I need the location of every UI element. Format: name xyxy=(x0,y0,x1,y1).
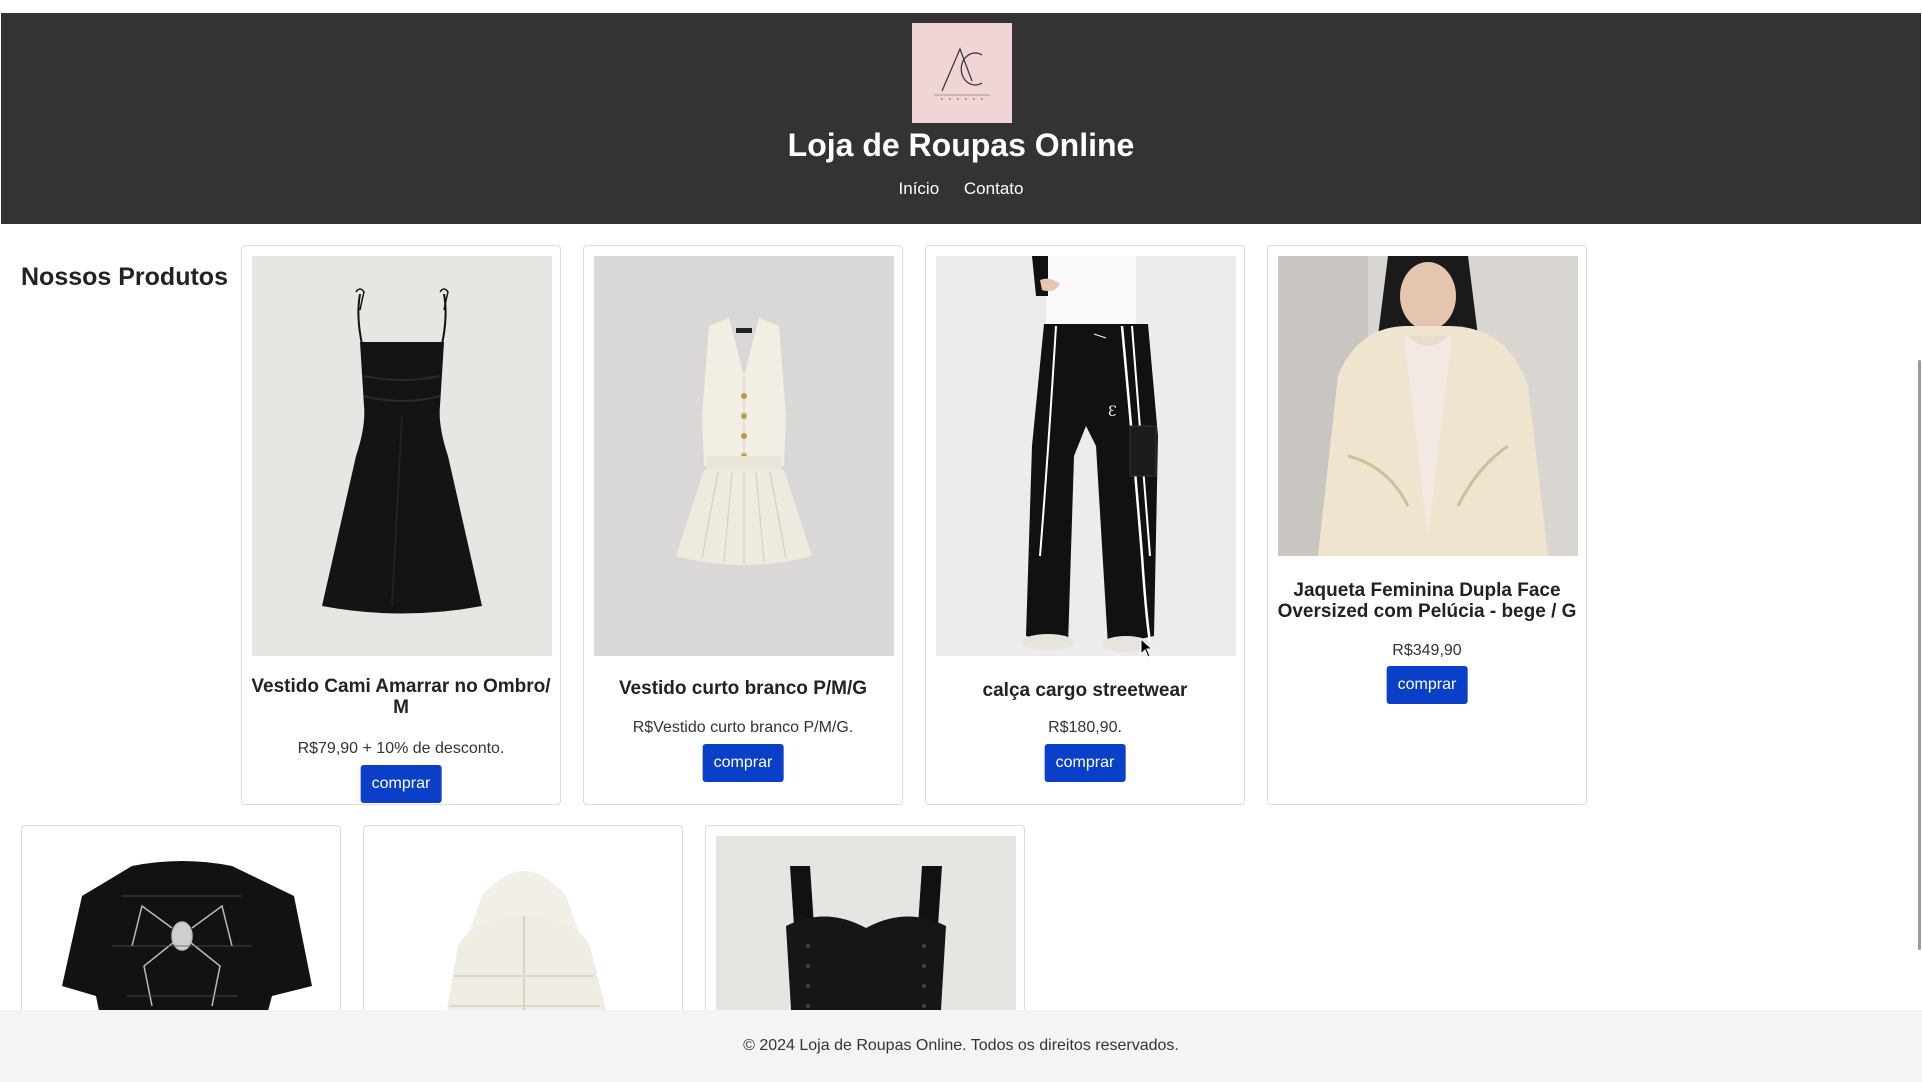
product-card: Jaqueta Feminina Dupla Face Oversized co… xyxy=(1267,245,1587,805)
nav-link-inicio[interactable]: Início xyxy=(899,179,940,198)
product-card: Ɛ calça cargo streetwear R$180,90. compr… xyxy=(925,245,1245,805)
site-header: Loja de Roupas Online Início Contato xyxy=(1,13,1921,224)
product-image-black-satin-dress[interactable] xyxy=(252,256,552,656)
product-card: Vestido curto branco P/M/G R$Vestido cur… xyxy=(583,245,903,805)
product-image-white-vest-dress[interactable] xyxy=(594,256,894,656)
product-card xyxy=(21,825,341,1025)
product-name: Vestido Cami Amarrar no Ombro/ M xyxy=(251,676,551,718)
product-image-black-spider-tshirt[interactable] xyxy=(32,836,332,1024)
buy-button[interactable]: comprar xyxy=(702,744,784,782)
page: Loja de Roupas Online Início Contato Nos… xyxy=(0,0,1922,1082)
product-image-black-cargo-pants[interactable]: Ɛ xyxy=(936,256,1236,656)
product-price: R$180,90. xyxy=(1048,719,1122,736)
nav-link-contato[interactable]: Contato xyxy=(964,179,1024,198)
store-logo[interactable] xyxy=(912,23,1012,123)
scrollbar-thumb[interactable] xyxy=(1918,360,1921,950)
main-nav: Início Contato xyxy=(1,178,1921,200)
svg-text:Ɛ: Ɛ xyxy=(1108,404,1117,420)
product-name: calça cargo streetwear xyxy=(982,680,1188,701)
product-name: Vestido curto branco P/M/G xyxy=(618,678,868,699)
product-name: Jaqueta Feminina Dupla Face Oversized co… xyxy=(1277,580,1577,622)
buy-button[interactable]: comprar xyxy=(1044,744,1126,782)
product-image-beige-plush-jacket[interactable] xyxy=(1278,256,1578,556)
site-title: Loja de Roupas Online xyxy=(787,127,1135,163)
product-card xyxy=(705,825,1025,1025)
product-price: R$79,90 + 10% de desconto. xyxy=(297,740,505,757)
buy-button[interactable]: comprar xyxy=(360,765,442,803)
mouse-cursor-icon xyxy=(1140,638,1154,658)
section-title: Nossos Produtos xyxy=(21,263,228,291)
site-footer: © 2024 Loja de Roupas Online. Todos os d… xyxy=(0,1010,1922,1082)
product-price: R$349,90 xyxy=(1392,642,1462,659)
buy-button[interactable]: comprar xyxy=(1386,666,1468,704)
product-card: Vestido Cami Amarrar no Ombro/ M R$79,90… xyxy=(241,245,561,805)
ac-closet-logo-icon xyxy=(912,23,1012,123)
product-image-white-puffer-jacket[interactable] xyxy=(374,836,674,1024)
footer-copyright: © 2024 Loja de Roupas Online. Todos os d… xyxy=(743,1037,1179,1054)
vertical-scrollbar[interactable] xyxy=(1916,0,1922,1010)
product-image-black-corset-top[interactable] xyxy=(716,836,1016,1024)
product-card xyxy=(363,825,683,1025)
product-price: R$Vestido curto branco P/M/G. xyxy=(632,719,854,736)
